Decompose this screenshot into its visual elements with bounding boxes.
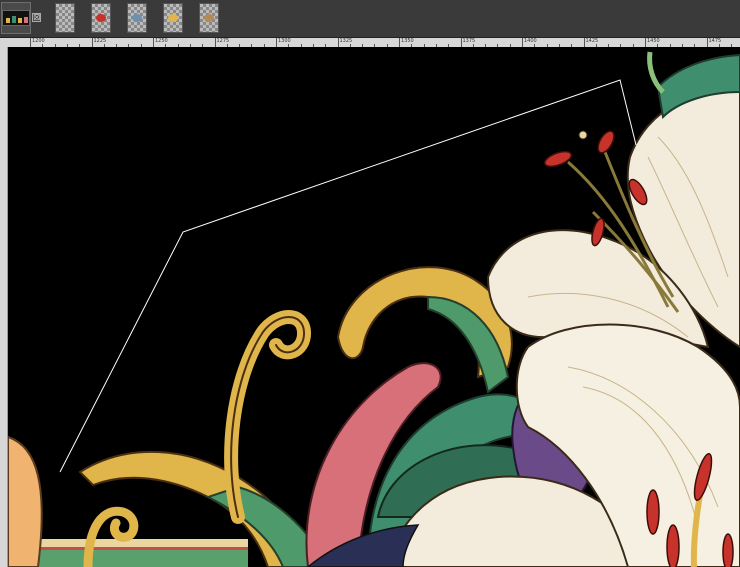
image-tab-2[interactable]	[52, 2, 78, 34]
image-tab-6[interactable]	[196, 2, 222, 34]
image-thumbnail	[2, 10, 30, 26]
image-tab-4[interactable]	[124, 2, 150, 34]
image-thumbnail	[55, 3, 75, 33]
image-thumbnail	[163, 3, 183, 33]
close-tab-icon[interactable]: ⊠	[32, 13, 41, 23]
vertical-ruler[interactable]	[0, 47, 8, 567]
canvas-artwork	[8, 47, 740, 567]
image-tab-banner[interactable]	[1, 2, 31, 34]
image-thumbnail	[127, 3, 147, 33]
image-tab-3[interactable]	[88, 2, 114, 34]
image-tab-5[interactable]	[160, 2, 186, 34]
image-thumbnail	[91, 3, 111, 33]
image-tab-bar: ⊠	[0, 0, 740, 38]
image-canvas[interactable]	[8, 47, 740, 567]
image-thumbnail	[199, 3, 219, 33]
bottom-border	[18, 539, 248, 567]
